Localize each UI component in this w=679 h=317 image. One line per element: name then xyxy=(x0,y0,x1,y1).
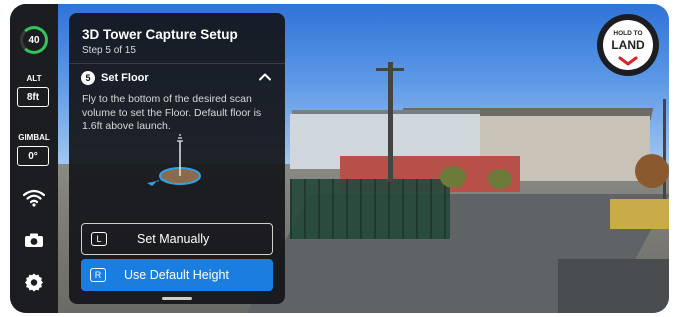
drag-handle[interactable] xyxy=(162,297,192,300)
gimbal-readout: 0° xyxy=(17,146,49,166)
instruction-text: Fly to the bottom of the desired scan vo… xyxy=(82,93,262,132)
floor-height-illustration-icon xyxy=(137,133,217,193)
step-counter: Step 5 of 15 xyxy=(82,45,136,56)
tree xyxy=(440,166,466,188)
camera-icon[interactable] xyxy=(22,228,46,252)
fence-posts xyxy=(290,179,450,239)
right-key-icon: R xyxy=(90,268,106,282)
tower-capture-setup-panel: 3D Tower Capture Setup Step 5 of 15 5 Se… xyxy=(69,13,285,304)
battery-level: 40 xyxy=(28,34,40,46)
land-hold-label: HOLD TO xyxy=(613,30,643,37)
alt-label: ALT xyxy=(26,74,42,83)
left-toolbar: 40 ALT 8ft GIMBAL 0° xyxy=(10,4,58,313)
wifi-signal-icon[interactable] xyxy=(22,186,46,210)
tree xyxy=(488,169,512,189)
panel-title: 3D Tower Capture Setup xyxy=(82,27,238,42)
set-manually-label: Set Manually xyxy=(137,232,210,246)
concrete-barrier xyxy=(558,259,669,313)
drone-app-screen: 40 ALT 8ft GIMBAL 0° 3D Tower Capture Se… xyxy=(10,4,669,313)
street-pole xyxy=(663,99,666,199)
tower-crossbar xyxy=(376,68,404,71)
battery-gauge[interactable]: 40 xyxy=(20,26,48,54)
chevron-up-icon[interactable] xyxy=(257,69,273,85)
use-default-height-button[interactable]: R Use Default Height xyxy=(81,259,273,291)
land-button-face: HOLD TO LAND xyxy=(603,20,653,70)
utility-tower xyxy=(388,62,393,182)
land-label: LAND xyxy=(611,38,645,52)
altitude-readout: 8ft xyxy=(17,87,49,107)
step-number-badge: 5 xyxy=(81,71,95,85)
section-title: Set Floor xyxy=(101,72,149,84)
left-key-icon: L xyxy=(91,232,107,246)
divider xyxy=(69,63,285,64)
settings-gear-icon[interactable] xyxy=(22,270,46,294)
set-manually-button[interactable]: L Set Manually xyxy=(81,223,273,255)
hold-to-land-button[interactable]: HOLD TO LAND xyxy=(597,14,659,76)
gimbal-label: GIMBAL xyxy=(18,133,50,142)
use-default-height-label: Use Default Height xyxy=(124,268,229,282)
yellow-blocks xyxy=(610,199,669,229)
chevron-down-icon xyxy=(618,53,638,66)
tree xyxy=(635,154,669,188)
